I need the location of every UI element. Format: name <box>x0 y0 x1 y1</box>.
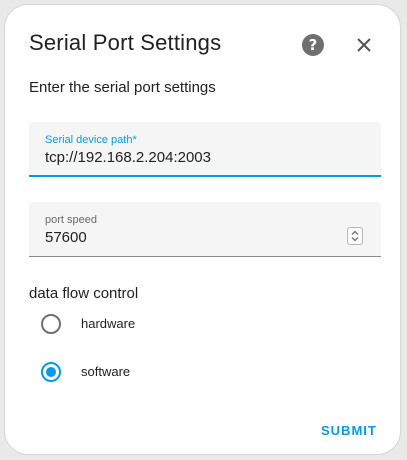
radio-label-software: software <box>81 364 131 379</box>
radio-button-hardware[interactable] <box>41 314 61 334</box>
serial-device-path-input[interactable] <box>45 149 345 166</box>
help-icon[interactable]: ? <box>302 34 324 56</box>
close-icon[interactable] <box>353 34 375 56</box>
close-x-shape <box>357 38 371 52</box>
port-speed-input[interactable] <box>45 229 345 246</box>
up-down-stepper-icon[interactable] <box>347 227 363 245</box>
serial-device-path-field[interactable]: Serial device path* <box>29 122 381 177</box>
port-speed-label: port speed <box>45 214 97 226</box>
stepper-arrows <box>351 230 359 242</box>
data-flow-control-label: data flow control <box>29 285 139 302</box>
help-glyph: ? <box>308 36 318 54</box>
dialog-title: Serial Port Settings <box>29 30 222 55</box>
radio-button-software[interactable] <box>41 362 61 382</box>
submit-button[interactable]: SUBMIT <box>321 423 377 438</box>
serial-device-path-label: Serial device path* <box>45 134 137 146</box>
port-speed-field[interactable]: port speed <box>29 202 381 257</box>
serial-port-settings-dialog: Serial Port Settings ? Enter the serial … <box>4 4 401 455</box>
dialog-subtitle: Enter the serial port settings <box>29 79 216 96</box>
radio-label-hardware: hardware <box>81 316 136 331</box>
